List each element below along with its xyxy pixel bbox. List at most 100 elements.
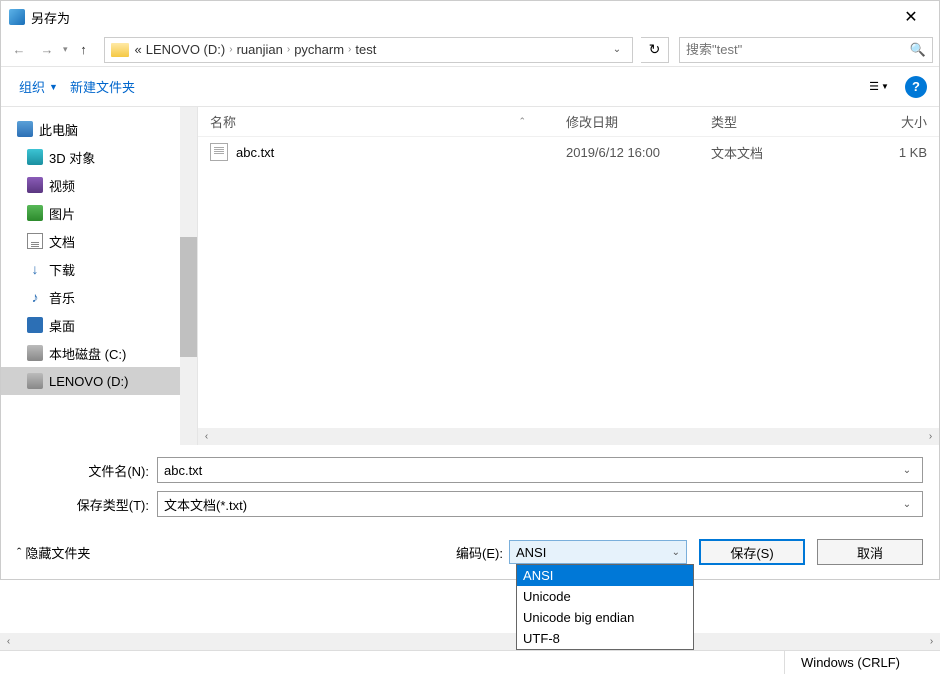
sidebar-item-label: 桌面: [49, 316, 75, 335]
titlebar: 另存为 ✕: [1, 1, 939, 33]
app-icon: [9, 9, 25, 25]
cancel-button[interactable]: 取消: [817, 539, 923, 565]
scrollbar-track[interactable]: [17, 633, 923, 650]
scroll-right-icon[interactable]: ›: [923, 633, 940, 650]
filename-input[interactable]: [164, 463, 898, 478]
bottom-form: 文件名(N): ⌄ 保存类型(T): 文本文档(*.txt) ⌄: [1, 445, 939, 525]
sidebar-item-label: 下载: [49, 260, 75, 279]
help-button[interactable]: ?: [905, 76, 927, 98]
sidebar-item[interactable]: 图片: [1, 199, 180, 227]
chevron-down-icon: ▼: [881, 82, 889, 91]
text-file-icon: [210, 143, 228, 161]
view-mode-button[interactable]: ☰ ▼: [861, 74, 897, 100]
encoding-option[interactable]: UTF-8: [517, 628, 693, 649]
file-date: 2019/6/12 16:00: [566, 145, 711, 160]
hide-folders-toggle[interactable]: ˆ 隐藏文件夹: [17, 543, 90, 562]
ic-dl-icon: ↓: [27, 261, 43, 277]
breadcrumb: « LENOVO (D:) › ruanjian › pycharm › tes…: [135, 42, 608, 57]
column-date[interactable]: 修改日期: [566, 112, 711, 131]
save-as-dialog: 另存为 ✕ ← → ▾ ↑ « LENOVO (D:) › ruanjian ›…: [0, 0, 940, 580]
sidebar-item-label: LENOVO (D:): [49, 374, 128, 389]
breadcrumb-item[interactable]: LENOVO (D:): [146, 42, 225, 57]
sidebar-item[interactable]: 桌面: [1, 311, 180, 339]
savetype-field[interactable]: 文本文档(*.txt) ⌄: [157, 491, 923, 517]
encoding-menu: ANSIUnicodeUnicode big endianUTF-8: [516, 564, 694, 650]
scroll-left-icon[interactable]: ‹: [0, 633, 17, 650]
organize-button[interactable]: 组织 ▼: [13, 73, 64, 100]
new-folder-button[interactable]: 新建文件夹: [64, 73, 141, 100]
search-input[interactable]: [686, 42, 910, 57]
new-folder-label: 新建文件夹: [70, 77, 135, 96]
breadcrumb-item[interactable]: ruanjian: [237, 42, 283, 57]
main-content: 此电脑 3D 对象视频图片文档 ↓ 下载 ♪音乐桌面本地磁盘 (C:) LENOVO (D…: [1, 107, 939, 445]
folder-icon: [111, 43, 129, 57]
sidebar-item[interactable]: LENOVO (D:): [1, 367, 180, 395]
encoding-option[interactable]: Unicode big endian: [517, 607, 693, 628]
savetype-value: 文本文档(*.txt): [164, 495, 898, 514]
sidebar: 此电脑 3D 对象视频图片文档 ↓ 下载 ♪音乐桌面本地磁盘 (C:) LENOVO (D…: [1, 107, 197, 445]
encoding-option[interactable]: Unicode: [517, 586, 693, 607]
navigation-bar: ← → ▾ ↑ « LENOVO (D:) › ruanjian › pycha…: [1, 33, 939, 67]
chevron-down-icon: ▼: [49, 82, 58, 92]
file-area: 名称 ⌃ 修改日期 类型 大小 abc.txt2019/6/12 16:00文本…: [197, 107, 939, 445]
scroll-right-icon[interactable]: ›: [922, 428, 939, 445]
toolbar: 组织 ▼ 新建文件夹 ☰ ▼ ?: [1, 67, 939, 107]
search-icon: 🔍: [910, 42, 926, 58]
refresh-button[interactable]: ↻: [641, 37, 669, 63]
file-name: abc.txt: [236, 145, 566, 160]
encoding-value: ANSI: [516, 545, 546, 560]
ic-3d-icon: [27, 149, 43, 165]
sidebar-this-pc[interactable]: 此电脑: [1, 115, 180, 143]
sidebar-scrollbar[interactable]: [180, 107, 197, 445]
save-button[interactable]: 保存(S): [699, 539, 805, 565]
ic-desk-icon: [27, 317, 43, 333]
chevron-right-icon: ›: [287, 44, 290, 55]
encoding-label: 编码(E):: [456, 543, 503, 562]
encoding-option[interactable]: ANSI: [517, 565, 693, 586]
organize-label: 组织: [19, 77, 45, 96]
breadcrumb-item[interactable]: pycharm: [294, 42, 344, 57]
file-list: abc.txt2019/6/12 16:00文本文档1 KB: [198, 137, 939, 428]
column-size[interactable]: 大小: [859, 112, 927, 131]
sidebar-item[interactable]: 文档: [1, 227, 180, 255]
action-row: ˆ 隐藏文件夹 编码(E): ANSI ⌄ ANSIUnicodeUnicode…: [1, 525, 939, 579]
sidebar-item-label: 文档: [49, 232, 75, 251]
close-button[interactable]: ✕: [891, 3, 931, 31]
ic-video-icon: [27, 177, 43, 193]
sidebar-item[interactable]: ↓ 下载: [1, 255, 180, 283]
encoding-select[interactable]: ANSI ⌄: [509, 540, 687, 564]
scroll-left-icon[interactable]: ‹: [198, 428, 215, 445]
sort-indicator-icon: ⌃: [518, 116, 526, 127]
savetype-label: 保存类型(T):: [17, 495, 157, 514]
column-name[interactable]: 名称: [210, 112, 236, 131]
filename-dropdown[interactable]: ⌄: [898, 465, 916, 476]
forward-button[interactable]: →: [35, 38, 59, 62]
editor-hscrollbar[interactable]: ‹ ›: [0, 633, 940, 650]
ic-doc-icon: [27, 233, 43, 249]
status-bar: Windows (CRLF): [0, 650, 940, 674]
savetype-dropdown[interactable]: ⌄: [898, 499, 916, 510]
address-dropdown[interactable]: ⌄: [608, 44, 626, 55]
encoding-wrap: 编码(E): ANSI ⌄ ANSIUnicodeUnicode big end…: [456, 540, 687, 564]
chevron-right-icon: ›: [229, 44, 232, 55]
scrollbar-thumb[interactable]: [180, 237, 197, 357]
filename-field[interactable]: ⌄: [157, 457, 923, 483]
sidebar-item[interactable]: 3D 对象: [1, 143, 180, 171]
sidebar-item[interactable]: 本地磁盘 (C:): [1, 339, 180, 367]
search-box[interactable]: 🔍: [679, 37, 933, 63]
up-button[interactable]: ↑: [72, 38, 96, 62]
history-dropdown[interactable]: ▾: [63, 44, 68, 55]
ic-pic-icon: [27, 205, 43, 221]
file-size: 1 KB: [859, 145, 927, 160]
sidebar-item[interactable]: ♪音乐: [1, 283, 180, 311]
sidebar-item[interactable]: 视频: [1, 171, 180, 199]
back-button[interactable]: ←: [7, 38, 31, 62]
chevron-down-icon: ⌄: [672, 547, 680, 558]
list-view-icon: ☰: [869, 80, 879, 93]
address-bar[interactable]: « LENOVO (D:) › ruanjian › pycharm › tes…: [104, 37, 633, 63]
horizontal-scrollbar[interactable]: ‹ ›: [198, 428, 939, 445]
breadcrumb-item[interactable]: test: [355, 42, 376, 57]
sidebar-item-label: 此电脑: [39, 120, 78, 139]
column-type[interactable]: 类型: [711, 112, 859, 131]
file-row[interactable]: abc.txt2019/6/12 16:00文本文档1 KB: [198, 137, 939, 167]
